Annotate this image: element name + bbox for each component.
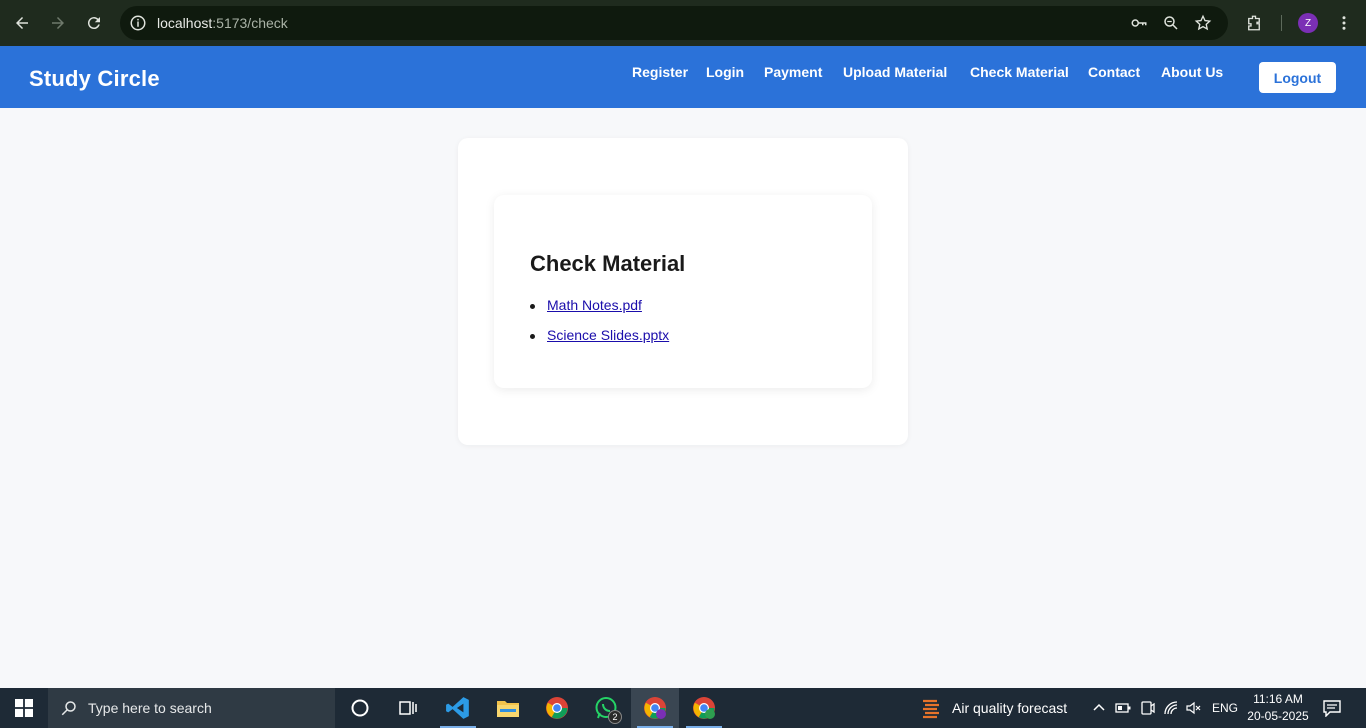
air-quality-icon[interactable] — [920, 688, 942, 728]
taskbar-search[interactable]: Type here to search — [48, 688, 335, 728]
url-path: :5173/check — [212, 15, 288, 31]
air-quality-label[interactable]: Air quality forecast — [952, 700, 1067, 716]
nav-about-us[interactable]: About Us — [1161, 64, 1223, 80]
brand-logo[interactable]: Study Circle — [29, 66, 160, 92]
site-navbar: Study Circle Register Login Payment Uplo… — [0, 46, 1366, 108]
clock-date: 20-05-2025 — [1247, 709, 1309, 723]
password-key-icon[interactable] — [1130, 14, 1148, 32]
page-title: Check Material — [530, 251, 686, 276]
list-item: Science Slides.pptx — [530, 327, 669, 357]
bookmark-star-icon[interactable] — [1194, 14, 1212, 32]
file-list: Math Notes.pdf Science Slides.pptx — [530, 297, 669, 357]
search-placeholder: Type here to search — [88, 700, 212, 716]
site-info-icon[interactable] — [129, 14, 147, 32]
whatsapp-icon[interactable]: 2 — [582, 688, 630, 728]
nav-upload-material[interactable]: Upload Material — [843, 64, 947, 80]
nav-check-material[interactable]: Check Material — [970, 64, 1069, 80]
materials-card: Check Material Math Notes.pdf Science Sl… — [494, 195, 872, 388]
back-icon[interactable] — [11, 12, 33, 34]
volume-muted-icon[interactable] — [1184, 699, 1202, 717]
logout-button[interactable]: Logout — [1259, 62, 1336, 93]
address-bar[interactable]: localhost:5173/check — [120, 6, 1228, 40]
nav-login[interactable]: Login — [706, 64, 744, 80]
chrome-profile-a-icon[interactable] — [680, 688, 728, 728]
menu-kebab-icon[interactable] — [1333, 12, 1355, 34]
wifi-icon[interactable] — [1162, 699, 1180, 717]
nav-contact[interactable]: Contact — [1088, 64, 1140, 80]
file-link-math-notes[interactable]: Math Notes.pdf — [547, 297, 642, 313]
url-host: localhost — [157, 15, 213, 31]
vscode-icon[interactable] — [434, 688, 482, 728]
extensions-icon[interactable] — [1243, 12, 1265, 34]
file-link-science-slides[interactable]: Science Slides.pptx — [547, 327, 669, 343]
cortana-icon[interactable] — [336, 688, 384, 728]
search-icon — [61, 701, 76, 716]
list-item: Math Notes.pdf — [530, 297, 669, 327]
battery-icon[interactable] — [1114, 699, 1132, 717]
windows-logo-icon — [15, 699, 33, 717]
url-text[interactable]: localhost:5173/check — [157, 15, 288, 31]
language-indicator[interactable]: ENG — [1212, 701, 1238, 715]
nav-payment[interactable]: Payment — [764, 64, 822, 80]
profile-avatar[interactable]: Z — [1298, 13, 1318, 33]
task-view-icon[interactable] — [384, 688, 432, 728]
zoom-icon[interactable] — [1162, 14, 1180, 32]
toolbar-divider — [1281, 15, 1282, 31]
page-card: Check Material Math Notes.pdf Science Sl… — [458, 138, 908, 445]
system-clock[interactable]: 11:16 AM 20-05-2025 — [1242, 691, 1314, 725]
meet-now-icon[interactable] — [1138, 699, 1156, 717]
browser-toolbar: localhost:5173/check Z — [0, 0, 1366, 46]
windows-taskbar: Type here to search 2 Air quality foreca… — [0, 688, 1366, 728]
chevron-up-icon[interactable] — [1090, 699, 1108, 717]
notification-icon[interactable] — [1322, 699, 1344, 718]
reload-icon[interactable] — [83, 12, 105, 34]
file-explorer-icon[interactable] — [484, 688, 532, 728]
start-button[interactable] — [0, 688, 48, 728]
chrome-profile-z-icon[interactable] — [631, 688, 679, 728]
whatsapp-badge: 2 — [608, 710, 622, 724]
profile-initial: Z — [1304, 17, 1312, 29]
chrome-icon[interactable] — [533, 688, 581, 728]
forward-icon[interactable] — [47, 12, 69, 34]
nav-register[interactable]: Register — [632, 64, 688, 80]
clock-time: 11:16 AM — [1253, 692, 1303, 706]
